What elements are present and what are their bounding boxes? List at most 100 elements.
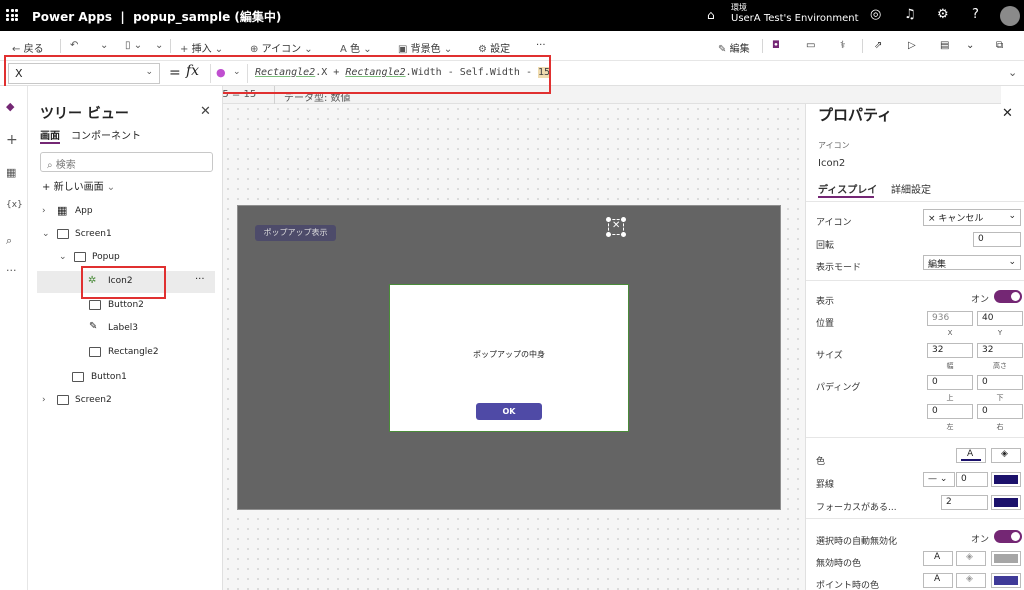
border-width-input[interactable]: 0 [956, 472, 988, 487]
text-color-icon: A [967, 449, 974, 459]
width-input[interactable]: 32 [927, 343, 973, 358]
width-caption: 幅 [946, 362, 954, 370]
more-dropdown[interactable]: ⌄ [155, 40, 163, 51]
divider [806, 518, 1024, 519]
settings-button[interactable]: ⚙ 設定 [478, 40, 510, 55]
padding-right-input[interactable]: 0 [977, 404, 1023, 419]
app-launcher-icon[interactable] [6, 9, 18, 21]
app-checker-icon[interactable]: ◘ [772, 40, 780, 51]
icon-label: アイコン [816, 218, 852, 228]
background-button[interactable]: ▣ 背景色 ⌄ [398, 40, 452, 55]
padding-top-input[interactable]: 0 [927, 375, 973, 390]
close-icon: ✕ [612, 220, 621, 231]
popup-show-button[interactable]: ポップアップ表示 [255, 225, 336, 241]
close-icon[interactable]: ✕ [1002, 106, 1013, 121]
icon-select[interactable]: × キャンセル ⌄ [923, 209, 1021, 226]
tree-item-label3[interactable]: ✎ Label3 [37, 318, 215, 340]
plus-icon: + [42, 182, 51, 193]
more-icon[interactable]: ··· [6, 264, 17, 277]
layers-icon[interactable]: ◆ [6, 100, 14, 113]
edit-button[interactable]: ✎ 編集 [718, 40, 750, 55]
back-button[interactable]: ← 戻る [12, 40, 44, 55]
text-color-icon: A [934, 574, 941, 584]
tree-item-rectangle2[interactable]: Rectangle2 [37, 342, 215, 364]
disabled-border-swatch[interactable] [991, 551, 1021, 566]
publish-icon[interactable]: ⧉ [996, 40, 1003, 51]
position-label: 位置 [816, 319, 835, 329]
tree-item-screen1[interactable]: ⌄ Screen1 [37, 224, 215, 246]
display-mode-select[interactable]: 編集 ⌄ [923, 255, 1021, 270]
disabled-fill-swatch[interactable]: ◈ [956, 551, 986, 566]
search-icon[interactable]: ⌕ [6, 234, 12, 248]
chevron-down-icon: ⌄ [939, 474, 948, 484]
data-icon[interactable]: ▦ [6, 166, 16, 179]
disabled-text-color-swatch[interactable]: A [923, 551, 953, 566]
size-label: サイズ [816, 351, 843, 361]
paste-button[interactable]: ▯ ⌄ [125, 40, 142, 51]
copilot-icon[interactable]: ◎ [870, 7, 881, 22]
padding-left-input[interactable]: 0 [927, 404, 973, 419]
fill-color-swatch[interactable]: ◈ [991, 448, 1021, 463]
position-x-input[interactable]: 936 [927, 311, 973, 326]
hover-border-swatch[interactable] [991, 573, 1021, 588]
tree-item-button1[interactable]: Button1 [37, 367, 215, 389]
insert-button[interactable]: + 挿入 ⌄ [180, 40, 223, 55]
ok-button[interactable]: OK [476, 403, 542, 420]
text-color-swatch[interactable]: A [956, 448, 986, 463]
border-style-select[interactable]: — ⌄ [923, 472, 955, 487]
tree-view-title: ツリー ビュー [40, 106, 129, 122]
icon-button[interactable]: ⊕ アイコン ⌄ [250, 40, 313, 55]
play-icon[interactable]: ▷ [908, 40, 916, 51]
environment-icon: ⌂ [707, 8, 715, 22]
focus-color-swatch[interactable] [991, 495, 1021, 510]
height-input[interactable]: 32 [977, 343, 1023, 358]
selected-icon2[interactable]: ✕ [606, 217, 626, 237]
rotation-input[interactable]: 0 [973, 232, 1021, 247]
hover-fill-swatch[interactable]: ◈ [956, 573, 986, 588]
tab-display[interactable]: ディスプレイ [818, 181, 877, 196]
padding-bottom-input[interactable]: 0 [977, 375, 1023, 390]
divider [806, 280, 1024, 281]
focus-width-input[interactable]: 2 [941, 495, 988, 510]
divider [806, 437, 1024, 438]
color-button[interactable]: A 色 ⌄ [340, 40, 372, 55]
search-input[interactable]: ⌕ 検索 [40, 152, 213, 172]
chevron-down-icon: ⌄ [1008, 257, 1016, 267]
environment-name[interactable]: UserA Test's Environment [731, 13, 859, 24]
new-screen-button[interactable]: + 新しい画面 ⌄ [42, 178, 115, 193]
position-y-input[interactable]: 40 [977, 311, 1023, 326]
avatar[interactable] [1000, 6, 1020, 26]
more-options-icon[interactable]: ··· [195, 274, 205, 285]
share-icon[interactable]: ⇗ [874, 40, 882, 51]
plus-icon[interactable]: + [6, 132, 18, 148]
tab-components[interactable]: コンポーネント [71, 127, 141, 142]
left-caption: 左 [946, 423, 954, 431]
tab-advanced[interactable]: 詳細設定 [891, 181, 931, 196]
control-name: Icon2 [818, 158, 846, 169]
visible-toggle[interactable] [994, 290, 1022, 303]
hover-text-color-swatch[interactable]: A [923, 573, 953, 588]
close-icon[interactable]: ✕ [200, 104, 211, 119]
save-dropdown[interactable]: ⌄ [966, 40, 974, 51]
gear-icon[interactable]: ⚙ [937, 7, 949, 22]
stethoscope-icon[interactable]: ⚕ [840, 40, 845, 51]
text-color-icon: A [934, 552, 941, 562]
divider [60, 39, 61, 53]
tree-item-screen2[interactable]: › Screen2 [37, 390, 215, 412]
border-color-swatch[interactable] [991, 472, 1021, 487]
x-caption: X [947, 329, 953, 337]
group-icon [74, 252, 86, 262]
variables-icon[interactable]: {x} [6, 200, 23, 210]
control-type: アイコン [818, 141, 850, 150]
undo-button[interactable]: ↶ [70, 40, 78, 51]
help-icon[interactable]: ? [972, 7, 979, 22]
auto-disable-toggle[interactable] [994, 530, 1022, 543]
undo-dropdown[interactable]: ⌄ [100, 40, 108, 51]
expand-formula-icon[interactable]: ⌄ [1008, 66, 1017, 79]
more-options-button[interactable]: ··· [536, 40, 546, 51]
comment-icon[interactable]: ▭ [806, 40, 815, 51]
bell-icon[interactable]: ♫ [904, 7, 916, 22]
save-icon[interactable]: ▤ [940, 40, 949, 51]
tab-screens[interactable]: 画面 [40, 127, 60, 142]
tree-item-app[interactable]: › ▦ App [37, 201, 215, 223]
